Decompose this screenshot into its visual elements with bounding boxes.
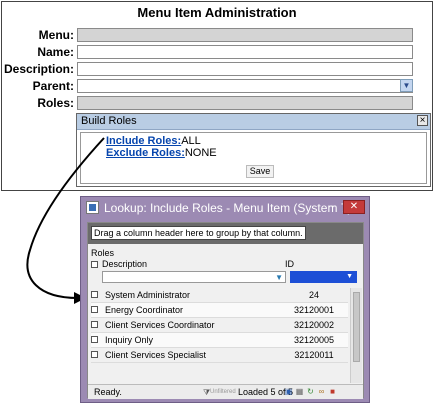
role-description: Energy Coordinator [105, 305, 184, 315]
table-row[interactable]: Energy Coordinator 32120001 [91, 303, 348, 318]
table-row[interactable]: Client Services Specialist 32120011 [91, 348, 348, 363]
row-checkbox[interactable] [91, 321, 98, 328]
filter-row: ▼ ▼ [102, 271, 357, 283]
role-description: System Administrator [105, 290, 191, 300]
refresh-icon[interactable]: ↻ [306, 387, 315, 397]
role-id: 32120005 [293, 335, 335, 345]
row-checkbox[interactable] [91, 306, 98, 313]
role-description: Client Services Coordinator [105, 320, 215, 330]
minimize-icon[interactable]: – [327, 201, 337, 212]
filter-icon[interactable]: ▼ [346, 271, 353, 282]
group-by-hint: Drag a column header here to group by th… [91, 226, 306, 240]
status-ready: Ready. [94, 387, 122, 397]
select-all-checkbox[interactable] [91, 261, 98, 268]
row-checkbox[interactable] [91, 291, 98, 298]
vertical-scrollbar[interactable] [350, 288, 362, 383]
lock-icon[interactable]: ■ [328, 387, 337, 397]
status-bar: Ready. ⧩ Unfiltered Loaded 5 of 5 ▣ ▦ ↻ … [88, 384, 363, 399]
table-row[interactable]: Inquiry Only 32120005 [91, 333, 348, 348]
app-icon [86, 201, 99, 214]
lookup-client-area: Drag a column header here to group by th… [87, 222, 364, 399]
role-id: 24 [308, 290, 319, 300]
scrollbar-thumb[interactable] [353, 292, 360, 362]
row-checkbox[interactable] [91, 336, 98, 343]
lookup-title-bar: Lookup: Include Roles - Menu Item (Syste… [81, 197, 369, 219]
role-description: Client Services Specialist [105, 350, 207, 360]
lookup-window: Lookup: Include Roles - Menu Item (Syste… [80, 196, 370, 403]
link-icon[interactable]: ∞ [317, 387, 326, 397]
column-header-description[interactable]: Description [102, 259, 147, 270]
group-by-area[interactable]: Drag a column header here to group by th… [88, 223, 363, 244]
table-row[interactable]: System Administrator 24 [91, 288, 348, 303]
role-description: Inquiry Only [105, 335, 154, 345]
column-header-id[interactable]: ID [285, 259, 294, 270]
role-id: 32120001 [293, 305, 335, 315]
table-row[interactable]: Client Services Coordinator 32120002 [91, 318, 348, 333]
id-filter-input[interactable]: ▼ [290, 271, 357, 283]
role-id: 32120011 [294, 350, 334, 360]
status-unfiltered: Unfiltered [210, 389, 236, 395]
grid-view-icon[interactable]: ▣ [284, 387, 293, 397]
row-checkbox[interactable] [91, 351, 98, 358]
columns-icon[interactable]: ▦ [295, 387, 304, 397]
role-id: 32120002 [293, 320, 335, 330]
grid-caption: Roles [91, 248, 115, 258]
roles-grid: System Administrator 24 Energy Coordinat… [91, 288, 348, 384]
filter-icon[interactable]: ▼ [275, 272, 283, 283]
lookup-title: Lookup: Include Roles - Menu Item (Syste… [104, 201, 352, 215]
close-icon[interactable]: ✕ [343, 200, 365, 214]
description-filter-input[interactable]: ▼ [102, 271, 286, 283]
